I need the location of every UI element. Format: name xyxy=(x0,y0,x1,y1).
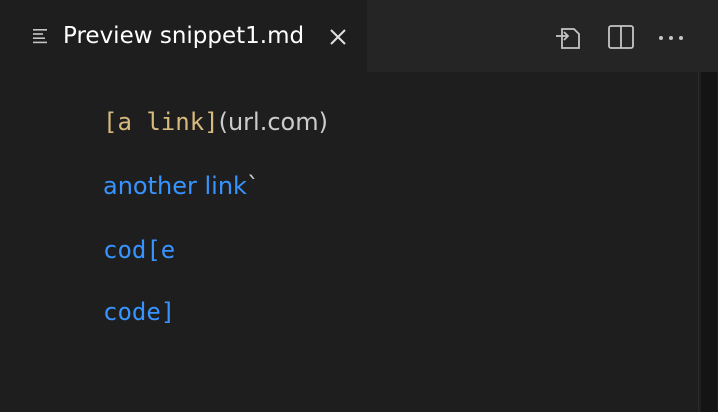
code-link-text[interactable]: cod[e xyxy=(103,236,175,264)
plain-text: (url.com) xyxy=(218,108,328,136)
tab-title: Preview snippet1.md xyxy=(63,23,305,49)
preview-line-2: another link` xyxy=(103,170,259,202)
backtick-text: ` xyxy=(246,172,259,200)
open-source-button[interactable] xyxy=(554,22,584,52)
vertical-scrollbar[interactable] xyxy=(698,72,718,412)
preview-line-3[interactable]: cod[e xyxy=(103,234,175,266)
markdown-preview: [a link](url.com) another link` cod[e co… xyxy=(0,72,698,412)
preview-line-1: [a link](url.com) xyxy=(103,106,328,138)
more-actions-button[interactable] xyxy=(656,22,686,52)
link[interactable]: another link xyxy=(103,172,247,200)
close-icon[interactable] xyxy=(328,27,348,47)
tab-bar: Preview snippet1.md xyxy=(0,0,718,72)
tab-preview-snippet1[interactable]: Preview snippet1.md xyxy=(0,0,367,72)
inline-code: [a link] xyxy=(103,108,219,136)
preview-lines-icon xyxy=(32,27,50,45)
split-editor-button[interactable] xyxy=(606,22,636,52)
preview-line-4[interactable]: code] xyxy=(103,296,175,328)
code-link-text[interactable]: code] xyxy=(103,298,175,326)
scrollbar-thumb[interactable] xyxy=(701,72,717,412)
preview-window: Preview snippet1.md [a link](url.com) an… xyxy=(0,0,718,412)
